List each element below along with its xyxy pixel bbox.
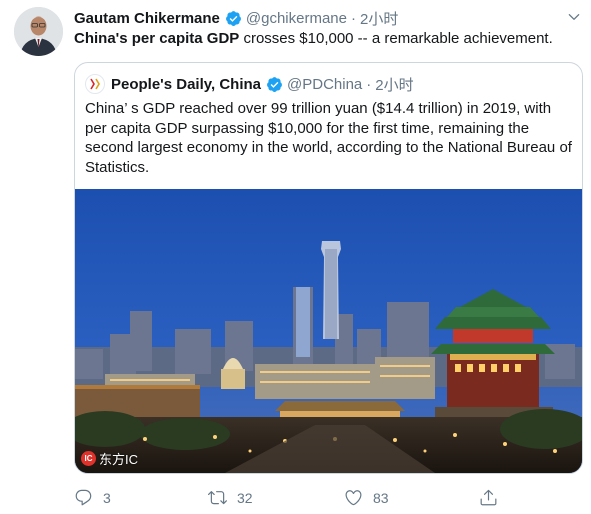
tweet-text: China's per capita GDP crosses $10,000 -… xyxy=(74,29,583,49)
quoted-tweet-card[interactable]: People's Daily, China @PDChina · 2小时 Chi… xyxy=(74,62,583,474)
tweet-text-bold: China's per capita GDP xyxy=(74,30,240,47)
tweet-timestamp[interactable]: 2小时 xyxy=(360,8,398,29)
peoples-daily-logo-icon xyxy=(90,78,100,90)
quoted-author-handle: @PDChina xyxy=(287,75,363,93)
author-name[interactable]: Gautam Chikermane xyxy=(74,10,220,27)
quoted-author-avatar xyxy=(85,74,105,94)
author-handle[interactable]: @gchikermane xyxy=(246,10,347,27)
tweet-actions: 3 32 83 xyxy=(74,488,514,510)
verified-badge-icon xyxy=(267,76,282,92)
photo-credit-text: 东方IC xyxy=(99,452,139,467)
reply-button[interactable]: 3 xyxy=(74,488,111,507)
retweet-button[interactable]: 32 xyxy=(208,488,253,507)
verified-badge-icon xyxy=(225,10,241,26)
reply-count: 3 xyxy=(103,489,111,506)
heart-icon xyxy=(345,490,362,506)
quoted-author-name: People's Daily, China xyxy=(111,75,261,93)
reply-icon xyxy=(75,489,92,506)
tweet-text-rest: crosses $10,000 -- a remarkable achievem… xyxy=(239,30,553,47)
retweet-icon xyxy=(208,491,227,505)
like-count: 83 xyxy=(373,489,389,506)
quoted-tweet-photo[interactable]: IC 东方IC xyxy=(75,189,582,473)
beijing-skyline-photo xyxy=(75,189,582,473)
meta-separator: · xyxy=(351,9,356,27)
author-avatar[interactable] xyxy=(14,7,63,56)
photo-credit: IC 东方IC xyxy=(81,449,138,468)
tweet-header: Gautam Chikermane @gchikermane · 2小时 xyxy=(74,8,581,28)
like-button[interactable]: 83 xyxy=(344,488,389,507)
share-icon xyxy=(480,489,497,506)
quoted-meta-separator: · xyxy=(366,75,372,93)
share-button[interactable] xyxy=(479,488,508,507)
chevron-down-icon[interactable] xyxy=(567,10,581,24)
user-avatar-icon xyxy=(14,7,63,56)
retweet-count: 32 xyxy=(237,489,253,506)
quoted-timestamp: 2小时 xyxy=(375,76,414,94)
quoted-tweet-text: China’ s GDP reached over 99 trillion yu… xyxy=(85,100,572,176)
photo-credit-logo-icon: IC xyxy=(81,451,96,466)
quoted-tweet-header: People's Daily, China @PDChina · 2小时 xyxy=(85,73,414,95)
